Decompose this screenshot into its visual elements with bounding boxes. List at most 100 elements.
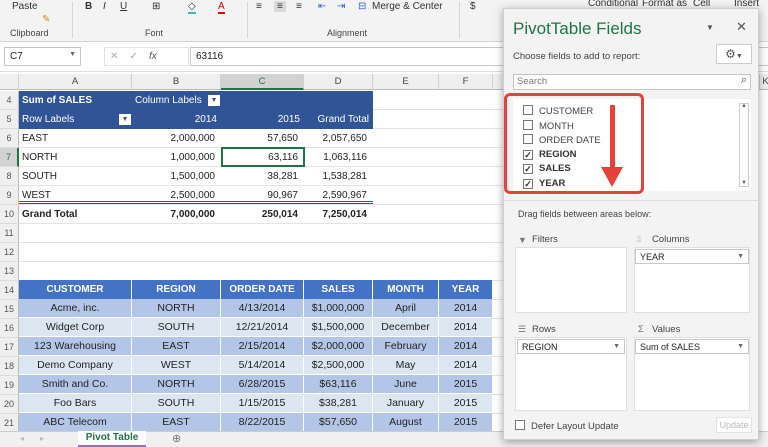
search-icon[interactable]: ⌕ xyxy=(741,74,747,87)
row-header-14[interactable]: 14 xyxy=(0,281,19,300)
pivot-column-labels[interactable]: Column Labels xyxy=(135,91,202,110)
pane-options-icon[interactable]: ▼ xyxy=(706,23,714,32)
table-cell: 2014 xyxy=(439,356,492,374)
column-header-C[interactable]: C xyxy=(221,74,304,90)
column-labels-filter-icon[interactable]: ▼ xyxy=(208,95,220,106)
italic-button[interactable]: I xyxy=(103,1,106,12)
row-labels-filter-icon[interactable]: ▼ xyxy=(119,114,131,125)
column-header-E[interactable]: E xyxy=(373,74,439,90)
format-painter-icon[interactable]: ✎ xyxy=(42,14,50,25)
row-header-16[interactable]: 16 xyxy=(0,319,19,338)
name-box[interactable]: C7 ▼ xyxy=(4,47,81,66)
cancel-icon[interactable]: ✕ xyxy=(110,51,118,62)
row-header-20[interactable]: 20 xyxy=(0,395,19,414)
merge-center-button[interactable]: Merge & Center xyxy=(372,1,443,12)
bold-button[interactable]: B xyxy=(85,1,92,12)
align-center-icon[interactable]: ≡ xyxy=(274,1,286,12)
column-header-A[interactable]: A xyxy=(19,74,132,90)
sigma-icon: Σ xyxy=(638,324,644,335)
row-header-12[interactable]: 12 xyxy=(0,243,19,262)
row-header-8[interactable]: 8 xyxy=(0,167,19,186)
fx-icon[interactable]: fx xyxy=(149,51,157,62)
row-header-6[interactable]: 6 xyxy=(0,129,19,148)
table-cell: SOUTH xyxy=(132,394,220,412)
rows-field-region[interactable]: REGION ▼ xyxy=(517,339,625,354)
column-header-B[interactable]: B xyxy=(132,74,221,90)
pivot-row-label: EAST xyxy=(22,133,49,144)
table-cell: 2/15/2014 xyxy=(221,337,303,355)
underline-button[interactable]: U xyxy=(120,1,127,12)
table-cell: $63,116 xyxy=(304,375,372,393)
pivot-row-label: NORTH xyxy=(22,152,58,163)
row-header-11[interactable]: 11 xyxy=(0,224,19,243)
close-icon[interactable]: ✕ xyxy=(736,19,747,35)
column-header-K[interactable]: K xyxy=(760,74,768,90)
pane-title: PivotTable Fields xyxy=(513,19,642,38)
pivot-row-labels[interactable]: Row Labels xyxy=(22,110,74,129)
add-sheet-icon[interactable]: ⊕ xyxy=(172,432,181,445)
filters-area[interactable] xyxy=(515,247,627,313)
table-header-order-date[interactable]: ORDER DATE xyxy=(221,280,303,299)
fill-color-icon[interactable]: ◇ xyxy=(188,1,196,14)
table-header-month[interactable]: MONTH xyxy=(373,280,438,299)
values-field-sum-sales[interactable]: Sum of SALES ▼ xyxy=(635,339,749,354)
tab-pivot-table[interactable]: Pivot Table xyxy=(78,431,146,447)
currency-button[interactable]: $ xyxy=(470,1,476,12)
checkbox[interactable] xyxy=(515,420,525,430)
search-input[interactable]: Search ⌕ xyxy=(513,74,751,90)
gear-icon[interactable]: ⚙▼ xyxy=(716,44,752,64)
table-cell: $1,500,000 xyxy=(304,318,372,336)
scroll-left-icon[interactable]: ◂ xyxy=(20,434,24,443)
defer-layout-checkbox[interactable]: Defer Layout Update xyxy=(515,420,619,432)
merge-icon: ⊟ xyxy=(358,1,367,12)
row-header-17[interactable]: 17 xyxy=(0,338,19,357)
pivot-value: 57,650 xyxy=(267,133,298,144)
table-cell: EAST xyxy=(132,337,220,355)
table-cell: 12/21/2014 xyxy=(221,318,303,336)
row-header-19[interactable]: 19 xyxy=(0,376,19,395)
row-header-15[interactable]: 15 xyxy=(0,300,19,319)
table-cell: $2,500,000 xyxy=(304,356,372,374)
paste-button[interactable]: Paste xyxy=(12,1,38,12)
row-header-18[interactable]: 18 xyxy=(0,357,19,376)
pivot-value: 1,538,281 xyxy=(322,171,368,182)
pivot-value: 1,000,000 xyxy=(170,152,216,163)
columns-field-year[interactable]: YEAR ▼ xyxy=(635,249,749,264)
formula-controls: ✕ ✓ fx xyxy=(104,47,189,66)
table-header-year[interactable]: YEAR xyxy=(439,280,492,299)
align-right-icon[interactable]: ≡ xyxy=(296,1,302,12)
row-header-10[interactable]: 10 xyxy=(0,205,19,224)
borders-icon[interactable]: ⊞ xyxy=(152,1,160,12)
table-cell: February xyxy=(373,337,438,355)
field-list-scrollbar[interactable]: ▲ ▼ xyxy=(739,103,749,187)
row-header-13[interactable]: 13 xyxy=(0,262,19,281)
rows-label: Rows xyxy=(532,324,556,335)
name-box-value: C7 xyxy=(10,51,23,62)
select-all-corner[interactable] xyxy=(0,74,19,90)
table-cell: May xyxy=(373,356,438,374)
table-header-sales[interactable]: SALES xyxy=(304,280,372,299)
font-color-icon[interactable]: A xyxy=(218,1,225,14)
table-cell: $2,000,000 xyxy=(304,337,372,355)
column-header-D[interactable]: D xyxy=(304,74,373,90)
arrow-shaft xyxy=(610,105,615,169)
row-header-4[interactable]: 4 xyxy=(0,91,19,110)
decrease-indent-icon[interactable]: ⇤ xyxy=(318,1,326,12)
row-header-5[interactable]: 5 xyxy=(0,110,19,129)
table-header-region[interactable]: REGION xyxy=(132,280,220,299)
align-left-icon[interactable]: ≡ xyxy=(256,1,262,12)
table-header-customer[interactable]: CUSTOMER xyxy=(19,280,131,299)
table-cell: $38,281 xyxy=(304,394,372,412)
table-cell: Smith and Co. xyxy=(19,375,131,393)
scroll-right-icon[interactable]: ▸ xyxy=(40,434,44,443)
row-header-7[interactable]: 7 xyxy=(0,148,19,167)
enter-icon[interactable]: ✓ xyxy=(130,51,138,62)
column-header-F[interactable]: F xyxy=(439,74,493,90)
pivot-col-header: Grand Total xyxy=(317,114,369,125)
update-button[interactable]: Update xyxy=(716,417,752,433)
group-font: Font xyxy=(145,28,164,38)
table-cell: 2014 xyxy=(439,299,492,317)
active-cell-c7[interactable] xyxy=(221,147,305,167)
increase-indent-icon[interactable]: ⇥ xyxy=(337,1,345,12)
row-header-9[interactable]: 9 xyxy=(0,186,19,205)
